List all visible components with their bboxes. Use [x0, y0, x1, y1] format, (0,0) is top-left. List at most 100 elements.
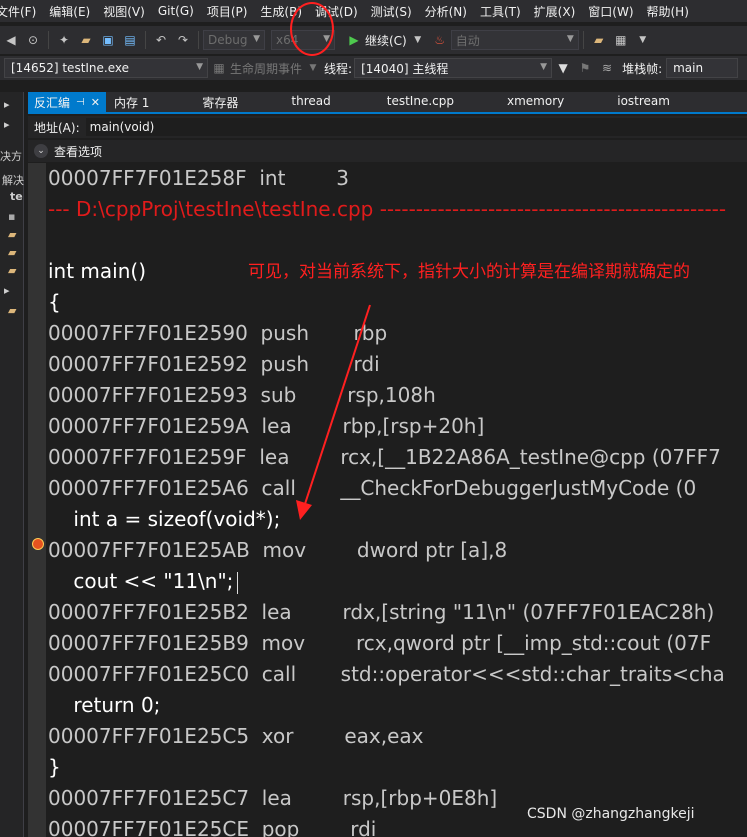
threads-icon[interactable]: ≋: [598, 59, 616, 77]
asm-line: 00007FF7F01E25C7 lea rsp,[rbp+0E8h]: [48, 786, 498, 810]
source-line: int main(): [48, 259, 147, 283]
lifecycle-icon[interactable]: ▦: [210, 59, 228, 77]
menu-analyze[interactable]: 分析(N): [421, 3, 476, 20]
undo-icon[interactable]: ↶: [152, 31, 170, 49]
asm-line: 00007FF7F01E25B2 lea rdx,[string "11\n" …: [48, 600, 715, 624]
toolbox-icon[interactable]: ▦: [612, 31, 630, 49]
thread-dropdown[interactable]: [14040] 主线程 ▼: [354, 58, 553, 78]
redo-icon[interactable]: ↷: [174, 31, 192, 49]
chevron-down-icon[interactable]: ▼: [634, 31, 652, 49]
asm-line: 00007FF7F01E25CE pop rdi: [48, 817, 377, 837]
tree-expander[interactable]: ▸: [4, 284, 28, 297]
chevron-down-icon[interactable]: ▼: [409, 31, 427, 49]
tab-registers[interactable]: 寄存器: [202, 92, 238, 112]
view-options-bar[interactable]: ⌄ 查看选项: [28, 140, 747, 162]
tab-testIne-cpp[interactable]: testIne.cpp: [387, 92, 454, 112]
address-bar: 地址(A): main(void): [28, 116, 747, 138]
document-tabs: 反汇编 ⊣ ✕ 内存 1 寄存器 thread testIne.cpp xmem…: [28, 92, 747, 112]
debug-target-value: 自动: [455, 33, 480, 48]
tab-memory-1[interactable]: 内存 1: [114, 92, 149, 112]
asm-line: 00007FF7F01E2593 sub rsp,108h: [48, 383, 436, 407]
continue-button[interactable]: 继续(C): [365, 32, 407, 49]
menu-window[interactable]: 窗口(W): [584, 3, 642, 20]
address-input[interactable]: main(void): [85, 118, 747, 136]
source-line-text: cout << "11\n";: [48, 569, 234, 593]
stack-frame-label: 堆栈帧:: [622, 61, 663, 76]
text-cursor: [237, 571, 239, 594]
tab-disassembly-label: 反汇编: [34, 95, 71, 110]
thread-label: 线程:: [324, 61, 353, 76]
chevron-down-icon: ▼: [253, 34, 260, 44]
configuration-value: Debug: [208, 33, 248, 47]
source-line: return 0;: [48, 693, 161, 717]
highlight-circle: [290, 2, 334, 56]
asm-line: 00007FF7F01E25AB mov dword ptr [a],8: [48, 538, 508, 562]
tab-disassembly[interactable]: 反汇编 ⊣ ✕: [28, 92, 106, 112]
menu-git[interactable]: Git(G): [154, 4, 203, 18]
forward-icon[interactable]: ⊙: [24, 31, 42, 49]
active-tab-indicator: [28, 112, 747, 114]
process-dropdown[interactable]: [14652] testIne.exe ▼: [4, 58, 208, 78]
source-line: int a = sizeof(void*);: [48, 507, 281, 531]
chevron-down-icon[interactable]: ⌄: [34, 144, 48, 158]
menu-bar: 文件(F) 编辑(E) 视图(V) Git(G) 项目(P) 生成(B) 调试(…: [0, 0, 747, 22]
solution-item-label: 解决: [2, 174, 24, 187]
source-line: }: [48, 755, 61, 779]
toolbar-separator: [582, 31, 584, 49]
menu-file[interactable]: 文件(F): [0, 3, 45, 20]
asm-line: 00007FF7F01E2592 push rdi: [48, 352, 380, 376]
chevron-down-icon: ▼: [540, 62, 548, 72]
hot-reload-icon[interactable]: ♨: [431, 31, 449, 49]
stack-frame-dropdown[interactable]: main: [666, 58, 739, 78]
stack-frame-value: main: [673, 61, 704, 75]
menu-test[interactable]: 测试(S): [367, 3, 421, 20]
configuration-dropdown[interactable]: Debug ▼: [203, 30, 265, 50]
open-folder-icon[interactable]: ▰: [77, 31, 95, 49]
close-icon[interactable]: ✕: [91, 96, 100, 109]
save-all-icon[interactable]: ▤: [121, 31, 139, 49]
chevron-down-icon[interactable]: ▼: [304, 59, 322, 77]
debug-location-toolbar: [14652] testIne.exe ▼ ▦ 生命周期事件 ▼ 线程: [140…: [0, 56, 747, 80]
tree-expander[interactable]: ▸: [4, 98, 28, 111]
tree-expander[interactable]: ▸: [4, 118, 28, 131]
toolbar-separator: [145, 31, 146, 49]
toolbar-separator: [198, 31, 199, 49]
menu-tools[interactable]: 工具(T): [476, 3, 530, 20]
flag-icon[interactable]: ⚑: [576, 59, 594, 77]
menu-edit[interactable]: 编辑(E): [45, 3, 99, 20]
thread-value: [14040] 主线程: [361, 61, 449, 76]
debug-target-dropdown[interactable]: 自动 ▼: [450, 30, 579, 50]
annotation-text: 可见，对当前系统下，指针大小的计算是在编译期就确定的: [248, 262, 690, 282]
current-instruction-breakpoint-icon[interactable]: [32, 538, 44, 550]
save-icon[interactable]: ▣: [99, 31, 117, 49]
menu-project[interactable]: 项目(P): [203, 3, 257, 20]
source-file-separator: --- D:\cppProj\testIne\testIne.cpp -----…: [48, 197, 727, 221]
chevron-down-icon: ▼: [196, 62, 203, 72]
pin-icon[interactable]: ⊣: [76, 97, 85, 108]
tab-xmemory[interactable]: xmemory: [507, 92, 564, 112]
tab-thread[interactable]: thread: [291, 92, 330, 112]
folder-icon[interactable]: ▰: [590, 31, 608, 49]
view-options-label: 查看选项: [54, 144, 103, 159]
menu-help[interactable]: 帮助(H): [643, 3, 698, 20]
asm-line: 00007FF7F01E258F int 3: [48, 166, 349, 190]
new-project-icon[interactable]: ✦: [55, 31, 73, 49]
toolbar-separator: [48, 31, 49, 49]
menu-view[interactable]: 视图(V): [99, 3, 154, 20]
tab-iostream[interactable]: iostream: [617, 92, 670, 112]
watermark: CSDN @zhangzhangkeji: [527, 806, 695, 822]
play-icon[interactable]: ▶: [345, 31, 363, 49]
filter-icon[interactable]: ▼: [554, 59, 572, 77]
process-value: [14652] testIne.exe: [11, 61, 130, 75]
asm-line: 00007FF7F01E25C5 xor eax,eax: [48, 724, 424, 748]
asm-line: 00007FF7F01E25C0 call std::operator<<<st…: [48, 662, 725, 686]
lifecycle-events-label[interactable]: 生命周期事件: [230, 60, 302, 77]
menu-extensions[interactable]: 扩展(X): [530, 3, 585, 20]
breakpoint-gutter[interactable]: [28, 163, 46, 837]
solution-explorer-label: 决方: [0, 150, 22, 163]
source-line: cout << "11\n";: [48, 566, 239, 597]
source-line: {: [48, 290, 61, 314]
standard-toolbar: ◀ ⊙ ✦ ▰ ▣ ▤ ↶ ↷ Debug ▼ x64 ▼ ▶ 继续(C) ▼ ♨ …: [0, 26, 747, 54]
back-icon[interactable]: ◀: [2, 31, 20, 49]
address-label: 地址(A):: [34, 120, 80, 135]
